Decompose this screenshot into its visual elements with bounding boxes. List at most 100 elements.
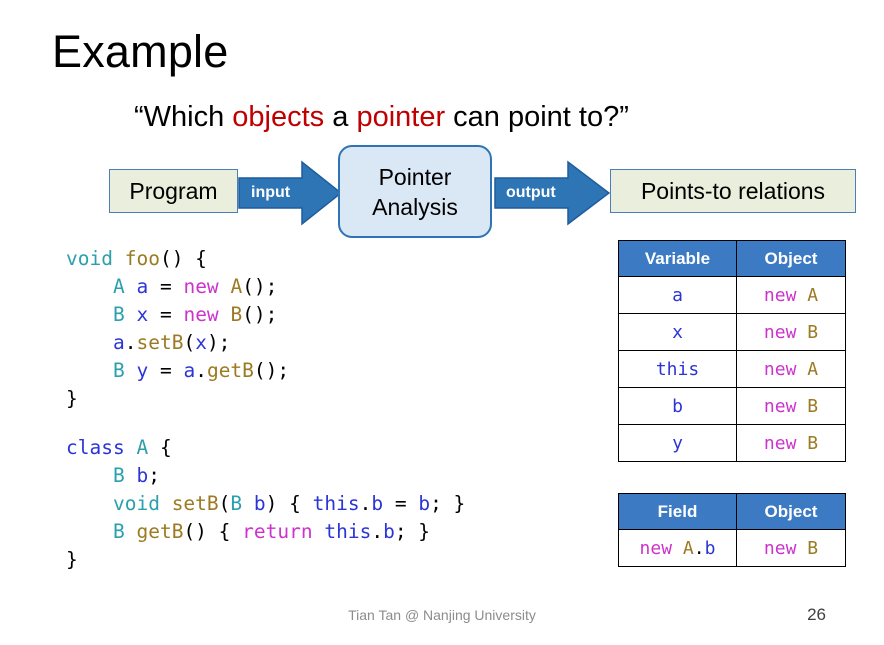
cell-1-0-token-0: x (672, 321, 683, 343)
cell-2-0-token-0: this (655, 358, 700, 380)
code-line-2-token-6 (242, 492, 254, 515)
code-line-4-token-0 (66, 359, 113, 382)
table-header-cell-0: Variable (618, 240, 737, 277)
code-line-2-token-11: b (371, 492, 384, 515)
table-cell: new A (736, 276, 846, 314)
code-line-2-token-7: B (230, 303, 243, 326)
code-line-2-token-12: = (383, 492, 419, 515)
code-line: void setB(B b) { this.b = b; } (66, 490, 465, 518)
code-line-3-token-5: x (195, 331, 207, 354)
page-title: Example (52, 26, 229, 77)
table-header-row: Field Object (618, 493, 846, 530)
code-line-0-token-0: class (66, 436, 125, 459)
subtitle-text-post: can point to?” (445, 101, 629, 133)
code-line-1-token-2 (125, 464, 137, 487)
cell-2-1-token-1 (796, 359, 807, 380)
code-block-class-a: class A { B b; void setB(B b) { this.b =… (66, 434, 465, 574)
field-points-to-table: Field Object new A.b new B (618, 493, 846, 567)
code-line-3-token-8: . (371, 520, 384, 543)
input-arrow: input (238, 160, 342, 226)
code-line-2-token-1: void (112, 492, 160, 515)
code-line-3-token-4: ( (183, 331, 196, 354)
program-box-label: Program (129, 177, 218, 204)
code-line-0-token-3: { (148, 436, 172, 459)
code-line-2-token-0 (66, 303, 113, 326)
table-row: this new A (618, 350, 846, 388)
code-line-3-token-10: ; } (394, 520, 431, 543)
code-line-2-token-2 (125, 303, 137, 326)
cell-0-1-token-0: new (763, 284, 797, 306)
points-to-relations-label: Points-to relations (640, 177, 826, 204)
code-line-0-token-3: () { (159, 247, 207, 270)
code-line-2-token-8: (); (242, 303, 278, 326)
code-line-1-token-5: new (183, 275, 219, 298)
cell-3-1-token-2: B (807, 395, 819, 417)
code-line: } (66, 546, 465, 574)
code-line: } (66, 385, 289, 413)
cell-0-0-token-4: b (704, 537, 716, 559)
subtitle-quote: “Which objects a pointer can point to?” (134, 98, 629, 136)
code-line-2-token-0 (66, 492, 113, 515)
table-cell: this (618, 350, 737, 388)
code-line-0-token-0: void (66, 247, 113, 270)
slide-canvas: Example “Which objects a pointer can poi… (0, 0, 884, 645)
code-line-4-token-5: a (183, 359, 196, 382)
table-cell: new B (736, 529, 846, 567)
code-line-1-token-2 (125, 275, 137, 298)
code-line-2-token-6 (219, 303, 231, 326)
table-header-cell-1: Object (736, 493, 846, 530)
cell-0-0-token-0: new (639, 537, 673, 559)
code-line-1-token-4: ; (148, 464, 160, 487)
program-box: Program (109, 169, 238, 213)
code-line-3-token-7: this (324, 520, 372, 543)
cell-4-1-token-1 (796, 433, 807, 454)
code-line-1-token-1: A (112, 275, 125, 298)
table-header-row: Variable Object (618, 240, 846, 277)
code-line-3-token-2 (125, 520, 137, 543)
code-line-4-token-2 (125, 359, 137, 382)
table-header-cell-0: Field (618, 493, 737, 530)
code-line-2-token-5: B (230, 492, 243, 515)
cell-2-1-token-0: new (763, 358, 797, 380)
code-line-0-token-2: A (136, 436, 149, 459)
cell-0-0-token-0: a (672, 284, 683, 306)
code-line: B b; (66, 462, 465, 490)
table-row: y new B (618, 424, 846, 462)
code-line-3-token-6: ); (206, 331, 231, 354)
cell-4-0-token-0: y (672, 432, 683, 454)
table-cell: b (618, 387, 737, 425)
code-line: B x = new B(); (66, 301, 289, 329)
code-line-3-token-0 (66, 520, 113, 543)
code-line-5-token-0: } (66, 387, 78, 410)
cell-4-1-token-0: new (763, 432, 797, 454)
code-line-4-token-3: y (136, 359, 149, 382)
code-line-4-token-4: = (148, 359, 184, 382)
table-cell: new B (736, 313, 846, 351)
table-row: b new B (618, 387, 846, 425)
code-line: a.setB(x); (66, 329, 289, 357)
code-line-2-token-1: B (112, 303, 125, 326)
code-line: A a = new A(); (66, 273, 289, 301)
code-line-2-token-4: ( (218, 492, 231, 515)
table-cell: new B (736, 387, 846, 425)
cell-0-0-token-1 (672, 538, 683, 559)
pointer-analysis-label-line2: Analysis (372, 193, 458, 220)
code-line-3-token-2: . (124, 331, 137, 354)
code-line-4-token-6: . (195, 359, 207, 382)
code-line-3-token-5: return (242, 520, 313, 543)
code-line: B getB() { return this.b; } (66, 518, 465, 546)
points-to-relations-box: Points-to relations (610, 169, 856, 213)
code-line-2-token-2 (160, 492, 172, 515)
table-cell: x (618, 313, 737, 351)
code-line-3-token-3: setB (136, 331, 184, 354)
subtitle-highlight-objects: objects (232, 101, 325, 133)
cell-0-1-token-2: B (807, 537, 819, 559)
code-line-4-token-7: getB (206, 359, 254, 382)
cell-0-0-token-3: . (693, 537, 705, 559)
code-line-3-token-1: B (112, 520, 125, 543)
code-block-foo: void foo() { A a = new A(); B x = new B(… (66, 245, 289, 413)
subtitle-highlight-pointer: pointer (356, 101, 446, 133)
table-cell: new A (736, 350, 846, 388)
table-cell: y (618, 424, 737, 462)
code-line-0-token-1 (125, 436, 137, 459)
